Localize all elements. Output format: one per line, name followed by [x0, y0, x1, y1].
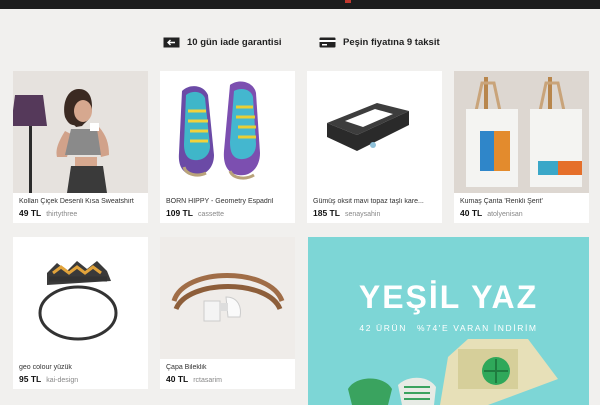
product-title[interactable]: geo colour yüzük [19, 364, 144, 371]
product-seller[interactable]: kai-design [46, 377, 78, 384]
top-bar [0, 0, 600, 9]
product-card[interactable]: BORN HIPPY - Geometry Espadril 109 TL cas… [160, 71, 295, 223]
product-image [160, 71, 295, 193]
product-title[interactable]: Kollan Çiçek Desenli Kısa Sweatshirt [19, 198, 144, 205]
product-seller[interactable]: senaysahin [345, 211, 380, 218]
product-image [13, 71, 148, 193]
product-image [160, 237, 295, 359]
top-bar-accent [345, 0, 351, 3]
product-card[interactable]: Kumaş Çanta 'Renkli Şerit' 40 TL atolyeni… [454, 71, 589, 223]
product-card[interactable]: Kollan Çiçek Desenli Kısa Sweatshirt 49 … [13, 71, 148, 223]
product-card[interactable]: Çapa Bileklik 40 TL rctasarim [160, 237, 295, 389]
installment-link[interactable]: Peşin fiyatına 9 taksit [319, 34, 440, 50]
promo-products-image [348, 339, 558, 405]
credit-card-icon [319, 37, 336, 48]
promo-banner[interactable]: YEŞİL YAZ 42 ÜRÜN %74'E VARAN İNDİRİM [308, 237, 589, 405]
product-seller[interactable]: thirtythree [46, 211, 77, 218]
product-title[interactable]: Gümüş oksit mavi topaz taşlı kare... [313, 198, 438, 205]
return-guarantee-label: 10 gün iade garantisi [187, 36, 282, 48]
product-price: 40 TL [166, 374, 189, 384]
product-price: 40 TL [460, 208, 483, 218]
product-title[interactable]: Çapa Bileklik [166, 364, 291, 371]
product-price: 185 TL [313, 208, 340, 218]
return-arrow-icon [163, 37, 180, 48]
return-guarantee-link[interactable]: 10 gün iade garantisi [163, 34, 282, 50]
product-card[interactable]: Gümüş oksit mavi topaz taşlı kare... 185… [307, 71, 442, 223]
product-image [307, 71, 442, 193]
product-card[interactable]: geo colour yüzük 95 TL kai-design [13, 237, 148, 389]
installment-label: Peşin fiyatına 9 taksit [343, 36, 440, 48]
product-seller[interactable]: cassette [198, 211, 224, 218]
product-price: 109 TL [166, 208, 193, 218]
product-title[interactable]: Kumaş Çanta 'Renkli Şerit' [460, 198, 585, 205]
product-image [454, 71, 589, 193]
product-image [13, 237, 148, 359]
product-price: 95 TL [19, 374, 42, 384]
product-seller[interactable]: atolyenisan [487, 211, 522, 218]
benefits-bar: 10 gün iade garantisi Peşin fiyatına 9 t… [0, 34, 600, 50]
product-seller[interactable]: rctasarim [193, 377, 222, 384]
product-price: 49 TL [19, 208, 42, 218]
product-title[interactable]: BORN HIPPY - Geometry Espadril [166, 198, 291, 205]
